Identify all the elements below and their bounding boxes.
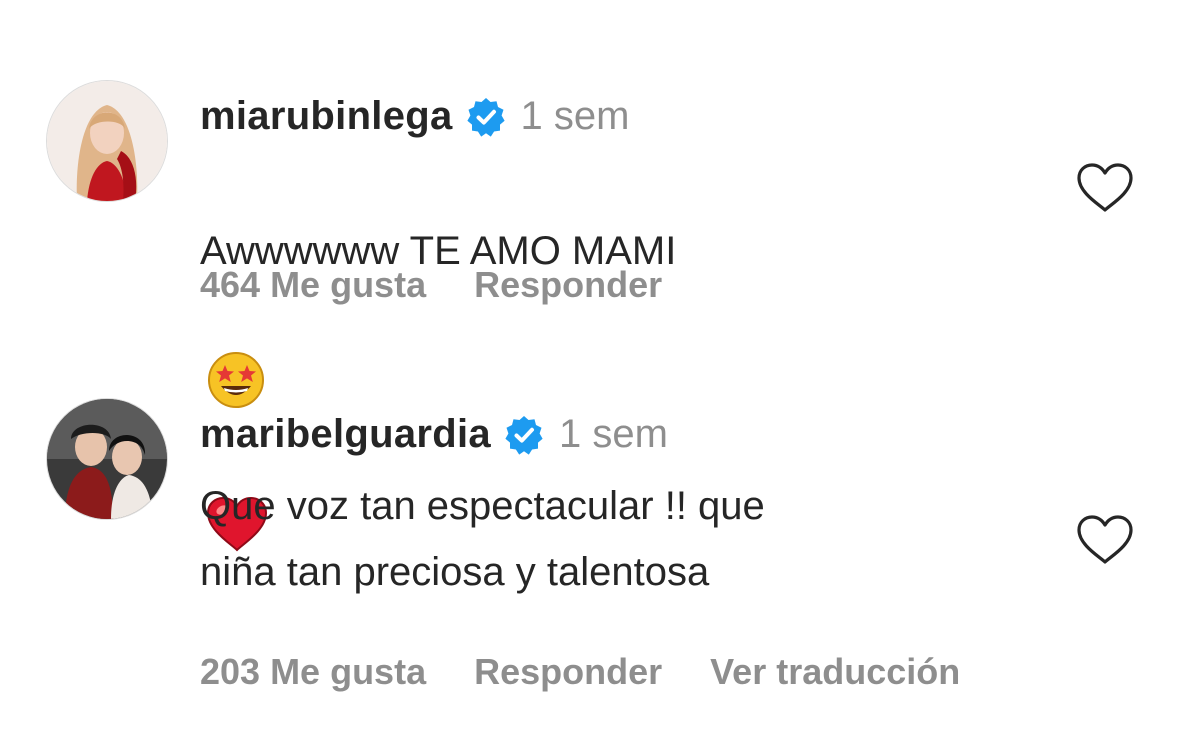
heart-outline-icon [1077, 163, 1133, 212]
verified-badge-icon [503, 414, 545, 456]
avatar-image [47, 81, 167, 201]
comment-header: maribelguardia 1 sem [200, 412, 668, 457]
likes-count-link[interactable]: 464 Me gusta [200, 264, 426, 306]
see-translation-button[interactable]: Ver traducción [710, 651, 960, 693]
avatar[interactable] [46, 80, 168, 202]
like-button[interactable] [1074, 512, 1136, 568]
reply-button[interactable]: Responder [474, 651, 662, 693]
comment-time[interactable]: 1 sem [521, 94, 630, 139]
verified-badge-icon [465, 96, 507, 138]
username[interactable]: maribelguardia [200, 412, 491, 457]
comment-header: miarubinlega 1 sem [200, 94, 629, 139]
likes-count-link[interactable]: 203 Me gusta [200, 651, 426, 693]
comment-text: Que voz tan espectacular !! que niña tan… [200, 484, 765, 594]
comment-actions: 464 Me gusta Responder [200, 264, 710, 306]
reply-button[interactable]: Responder [474, 264, 662, 306]
username[interactable]: miarubinlega [200, 94, 453, 139]
avatar-image [47, 399, 167, 519]
comment-actions: 203 Me gusta Responder Ver traducción [200, 651, 1008, 693]
like-button[interactable] [1074, 160, 1136, 216]
comment-time[interactable]: 1 sem [559, 412, 668, 457]
heart-outline-icon [1077, 515, 1133, 564]
avatar[interactable] [46, 398, 168, 520]
